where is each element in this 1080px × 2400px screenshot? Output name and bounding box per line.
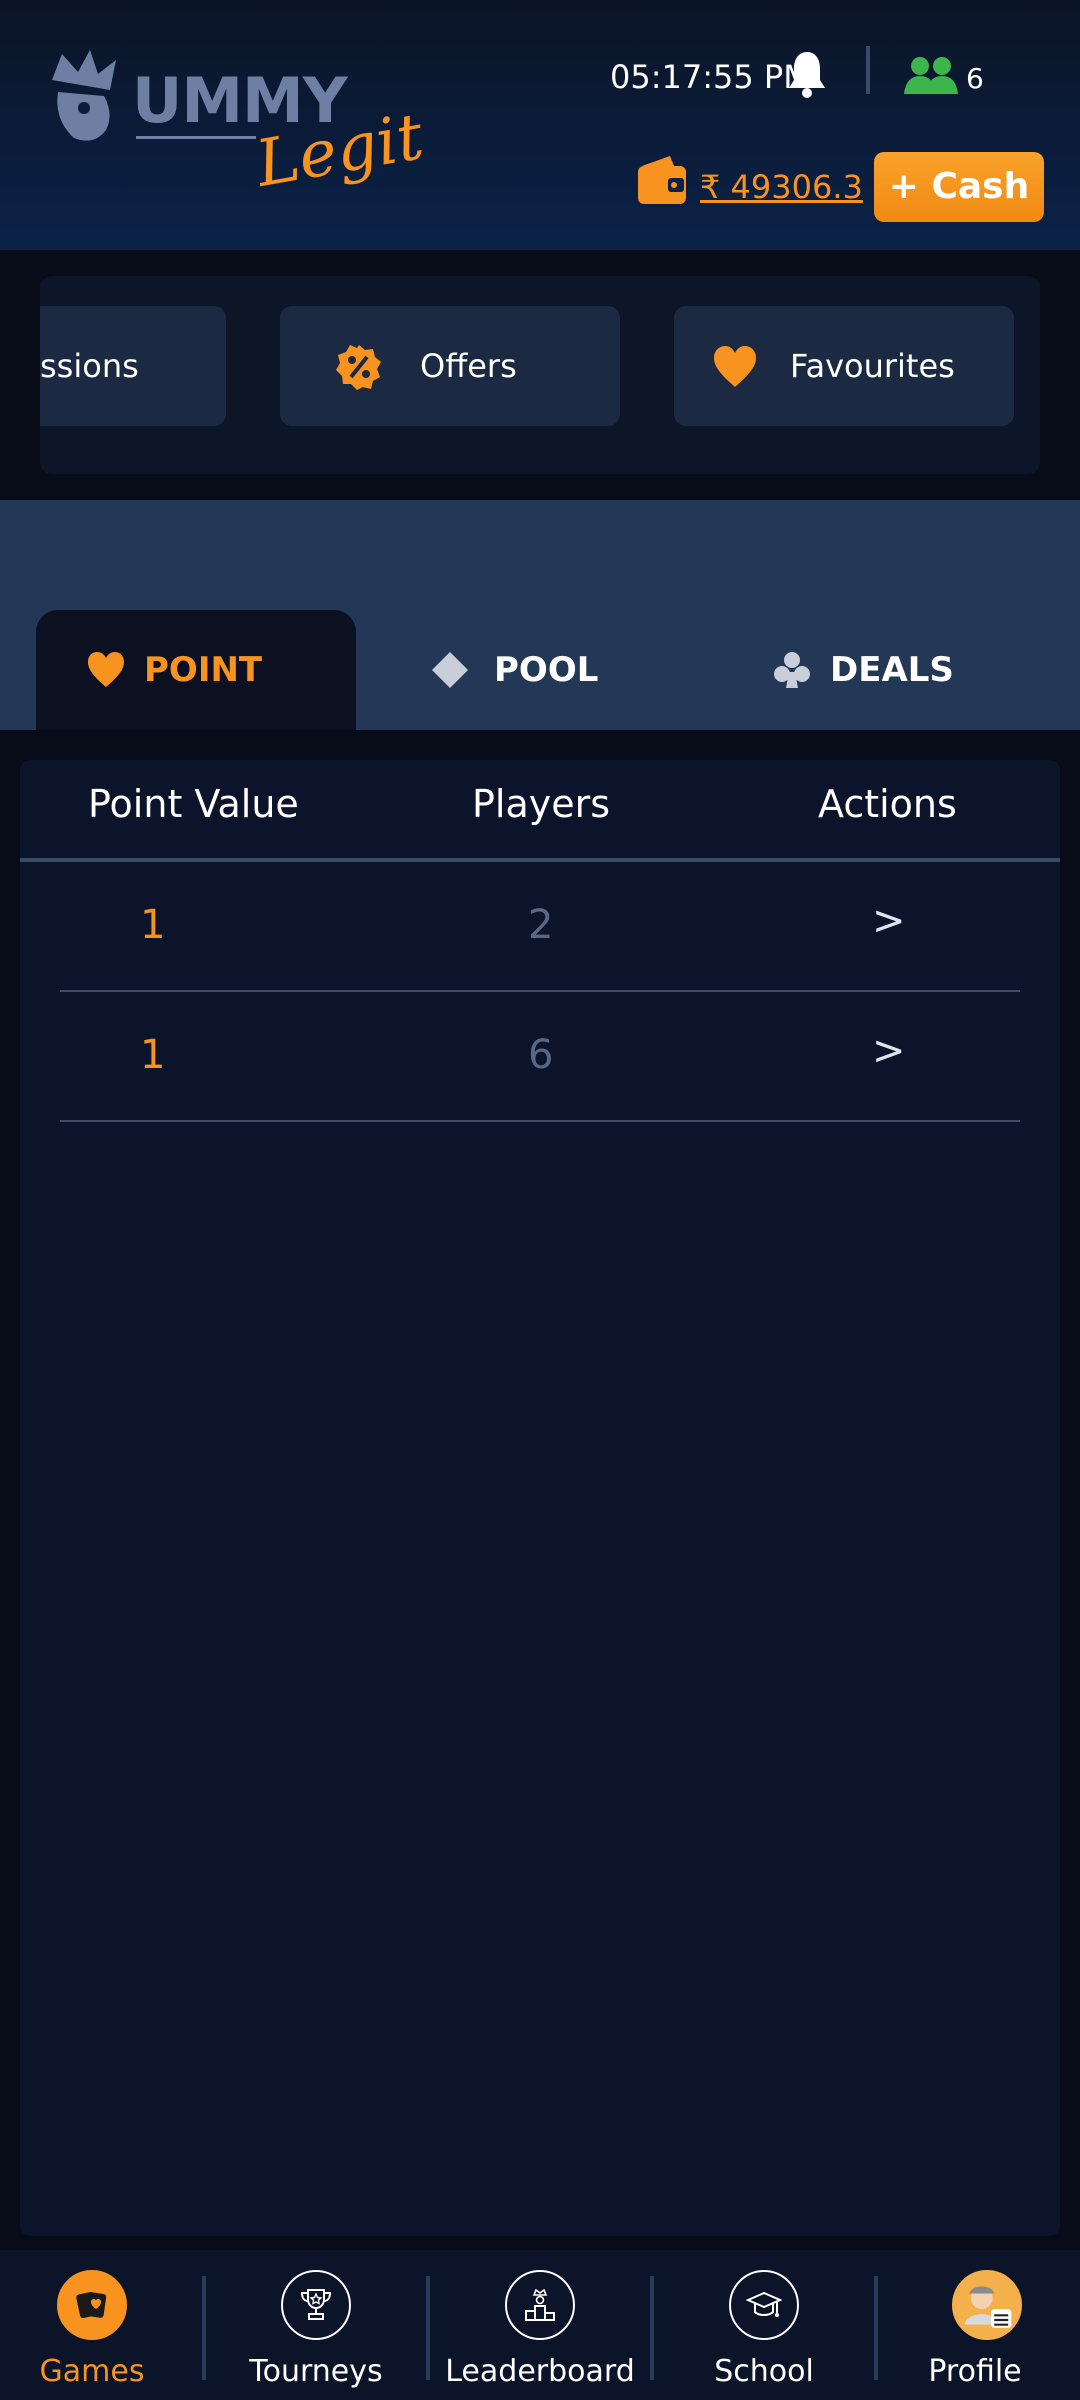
- column-header-point-value: Point Value: [88, 782, 299, 826]
- avatar: [952, 2270, 1022, 2340]
- nav-label: School: [714, 2354, 814, 2389]
- app-header: UMMY Legit 05:17:55 PM 6 ₹ 49306.3 + Cas…: [0, 0, 1080, 250]
- friends-icon[interactable]: [904, 56, 958, 94]
- nav-tourneys[interactable]: Tourneys: [208, 2250, 424, 2400]
- friends-count: 6: [966, 62, 984, 95]
- nav-profile[interactable]: Profile: [880, 2250, 1080, 2400]
- quick-item-label: Offers: [420, 347, 517, 385]
- percent-badge-icon: [336, 345, 381, 390]
- nav-games[interactable]: Games: [0, 2250, 216, 2400]
- nav-label: Leaderboard: [445, 2354, 635, 2389]
- table-row[interactable]: 1 6 >: [60, 992, 1020, 1122]
- wallet-icon: [638, 156, 686, 204]
- graduation-cap-icon: [729, 2270, 799, 2340]
- heart-icon: [714, 346, 756, 387]
- wallet-balance[interactable]: ₹ 49306.3: [700, 168, 863, 206]
- tab-point[interactable]: POINT: [36, 610, 356, 730]
- nav-leaderboard[interactable]: Leaderboard: [432, 2250, 648, 2400]
- quick-item-offers[interactable]: Offers: [280, 306, 620, 426]
- add-cash-button[interactable]: + Cash: [874, 152, 1044, 222]
- quick-item-missions[interactable]: ssions: [40, 306, 226, 426]
- nav-separator: [202, 2276, 206, 2380]
- logo-underline: [136, 136, 256, 139]
- bell-icon[interactable]: [786, 50, 828, 98]
- cards-icon: [57, 2270, 127, 2340]
- heart-icon: [88, 652, 124, 687]
- app-logo[interactable]: UMMY Legit: [44, 44, 429, 204]
- trophy-icon: [281, 2270, 351, 2340]
- tab-pool[interactable]: POOL: [400, 610, 700, 730]
- chevron-right-icon[interactable]: >: [872, 1028, 906, 1074]
- diamond-icon: [432, 652, 468, 688]
- podium-icon: [505, 2270, 575, 2340]
- quick-item-favourites[interactable]: Favourites: [674, 306, 1014, 426]
- king-crown-logo-icon: [52, 50, 116, 141]
- tab-label: POOL: [494, 650, 599, 690]
- column-header-actions: Actions: [818, 782, 957, 826]
- point-value: 1: [140, 1032, 166, 1078]
- quick-item-label: ssions: [40, 347, 139, 385]
- quick-item-label: Favourites: [790, 347, 955, 385]
- nav-separator: [426, 2276, 430, 2380]
- nav-label: Games: [39, 2354, 145, 2389]
- point-value: 1: [140, 902, 166, 948]
- tab-deals[interactable]: DEALS: [740, 610, 1040, 730]
- nav-label: Profile: [928, 2354, 1022, 2389]
- nav-separator: [650, 2276, 654, 2380]
- quick-menu-scroller[interactable]: ssions Offers Favourites: [40, 276, 1040, 474]
- clock-time: 05:17:55 PM: [610, 58, 811, 96]
- tab-label: DEALS: [830, 650, 954, 690]
- nav-label: Tourneys: [249, 2354, 383, 2389]
- tab-label: POINT: [144, 650, 263, 690]
- column-header-players: Players: [472, 782, 611, 826]
- players-count: 2: [528, 902, 554, 948]
- club-icon: [774, 652, 810, 688]
- table-row[interactable]: 1 2 >: [60, 862, 1020, 992]
- chevron-right-icon[interactable]: >: [872, 898, 906, 944]
- nav-school[interactable]: School: [656, 2250, 872, 2400]
- header-divider: [866, 46, 870, 94]
- players-count: 6: [528, 1032, 554, 1078]
- point-games-table: Point Value Players Actions 1 2 > 1 6 >: [20, 760, 1060, 2236]
- bottom-navigation: Games Tourneys Leaderboard School Profil…: [0, 2250, 1080, 2400]
